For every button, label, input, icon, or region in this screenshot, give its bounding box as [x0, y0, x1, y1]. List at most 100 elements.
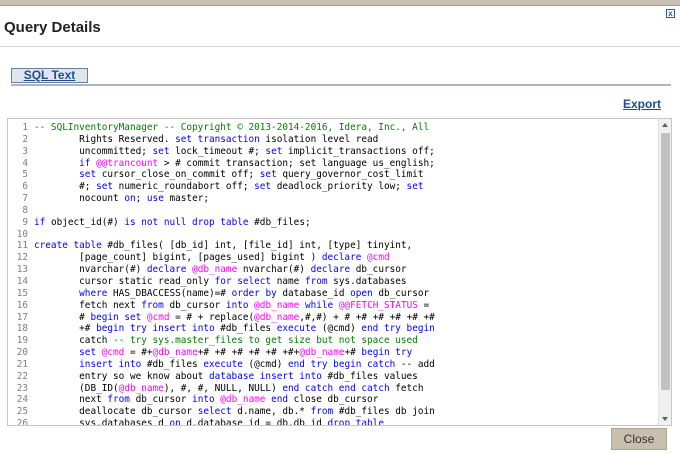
code-token: # [34, 311, 91, 323]
code-token: set [79, 347, 97, 359]
code-token: @cmd [101, 347, 125, 359]
code-text: if @@trancount > # commit transaction; s… [28, 158, 435, 170]
code-token: begin try [361, 347, 413, 359]
scroll-up-arrow-icon[interactable] [662, 123, 668, 127]
code-token: -- try sys.master_files to get size but … [113, 335, 418, 347]
code-line: 13 nvarchar(#) declare @db_name nvarchar… [8, 264, 658, 276]
code-token: @db_name [254, 311, 300, 323]
code-token: declare [321, 252, 362, 264]
code-token: is not null drop table [124, 216, 249, 228]
code-token: master; [163, 193, 209, 205]
code-token: deadlock_priority low; [271, 181, 407, 193]
code-token: > # commit transaction; set language us_… [158, 157, 435, 169]
code-token: = #+ [124, 347, 153, 359]
code-token: #db_files( [db_id] int, [file_id] int, [… [101, 240, 413, 252]
code-line: 11 create table #db_files( [db_id] int, [… [8, 240, 658, 252]
code-token: #db_files values [321, 370, 418, 382]
line-number: 26 [16, 418, 28, 426]
code-token: query_governor_cost_limit [276, 169, 424, 181]
code-token: declare [146, 264, 187, 276]
scroll-down-arrow-icon[interactable] [662, 417, 668, 421]
code-token: #db_files db join [333, 406, 435, 418]
line-number: 24 [16, 394, 28, 406]
code-line: 10 [8, 229, 658, 241]
code-token: if [79, 157, 91, 169]
line-number: 23 [16, 382, 28, 394]
code-text: insert into #db_files execute (@cmd) end… [28, 359, 435, 371]
code-token: uncommitted; [34, 145, 153, 157]
code-line: 20 set @cmd = #+@db_name+# +# +# +# +# +… [8, 347, 658, 359]
line-number: 11 [16, 240, 28, 252]
code-text: next from db_cursor into @db_name end cl… [28, 394, 378, 406]
code-line: 19 catch -- try sys.master_files to get … [8, 335, 658, 347]
code-token: @db_name [220, 394, 266, 406]
code-token: drop table [327, 418, 384, 426]
code-token: set [254, 181, 272, 193]
line-number: 3 [22, 145, 28, 157]
code-lines: 1 -- SQLInventoryManager -- Copyright © 2… [8, 122, 658, 426]
code-token: @cmd [146, 311, 170, 323]
code-token: #db_files [214, 323, 277, 335]
code-line: 15 where HAS_DBACCESS(name)=# order by d… [8, 288, 658, 300]
code-text: nvarchar(#) declare @db_name nvarchar(#)… [28, 264, 406, 276]
dialog-title: Query Details [4, 19, 101, 36]
code-line: 2 Rights Reserved. set transaction isola… [8, 134, 658, 146]
code-token: execute [276, 323, 317, 335]
scroll-thumb[interactable] [661, 133, 670, 390]
close-icon[interactable]: x [666, 9, 675, 18]
code-token: next [34, 394, 108, 406]
line-number: 17 [16, 311, 28, 323]
code-token: from [141, 299, 164, 311]
code-token: close db_cursor [288, 394, 379, 406]
code-token: from [310, 406, 334, 418]
sql-code-editor[interactable]: 1 -- SQLInventoryManager -- Copyright © 2… [7, 118, 672, 426]
code-token: @@FETCH_STATUS [338, 299, 418, 311]
code-text: uncommitted; set lock_timeout #; set imp… [28, 146, 435, 158]
code-token: declare [310, 264, 351, 276]
code-token: end try begin [361, 323, 435, 335]
code-line: 16 fetch next from db_cursor into @db_na… [8, 300, 658, 312]
vertical-scrollbar[interactable] [658, 119, 671, 425]
code-token: set [265, 145, 283, 157]
code-line: 8 [8, 205, 658, 217]
code-token: begin try insert into [96, 323, 215, 335]
code-token: lock_timeout #; [169, 145, 266, 157]
code-token: database_id [276, 287, 351, 299]
code-text: where HAS_DBACCESS(name)=# order by data… [28, 288, 429, 300]
code-token: sys.databases [327, 275, 407, 287]
code-line: 25 deallocate db_cursor select d.name, d… [8, 406, 658, 418]
code-text: -- SQLInventoryManager -- Copyright © 20… [28, 122, 429, 134]
code-token: end [271, 394, 289, 406]
code-token: d.name, db.* [231, 406, 311, 418]
close-button[interactable]: Close [611, 428, 667, 450]
export-link[interactable]: Export [623, 97, 661, 111]
code-line: 5 set cursor_close_on_commit off; set qu… [8, 169, 658, 181]
code-token: execute [203, 358, 243, 370]
code-token: [page_count] bigint, [pages_used] bigint… [34, 252, 322, 264]
line-number: 13 [16, 264, 28, 276]
code-text: fetch next from db_cursor into @db_name … [28, 300, 429, 312]
code-line: 21 insert into #db_files execute (@cmd) … [8, 359, 658, 371]
code-text: # begin set @cmd = # + replace(@db_name,… [28, 312, 435, 324]
code-token: @cmd [367, 252, 390, 264]
code-token: db_cursor [129, 394, 193, 406]
window-top-border [0, 0, 680, 6]
code-line: 6 #; set numeric_roundabort off; set dea… [8, 181, 658, 193]
code-token: into [192, 394, 215, 406]
code-token: db_cursor [372, 287, 430, 299]
code-token: @db_name [152, 347, 198, 359]
code-token: cursor static read_only [34, 275, 215, 287]
code-token: -- add [395, 358, 435, 370]
code-line: 22 entry so we know about database inser… [8, 371, 658, 383]
tab-sql-text[interactable]: SQL Text [11, 68, 88, 83]
code-token: set [259, 169, 277, 181]
code-token: db_cursor [163, 299, 226, 311]
code-text: catch -- try sys.master_files to get siz… [28, 335, 418, 347]
line-number: 18 [16, 323, 28, 335]
code-line: 14 cursor static read_only for select na… [8, 276, 658, 288]
code-token: use [146, 193, 164, 205]
code-token: isolation level read [259, 133, 379, 145]
